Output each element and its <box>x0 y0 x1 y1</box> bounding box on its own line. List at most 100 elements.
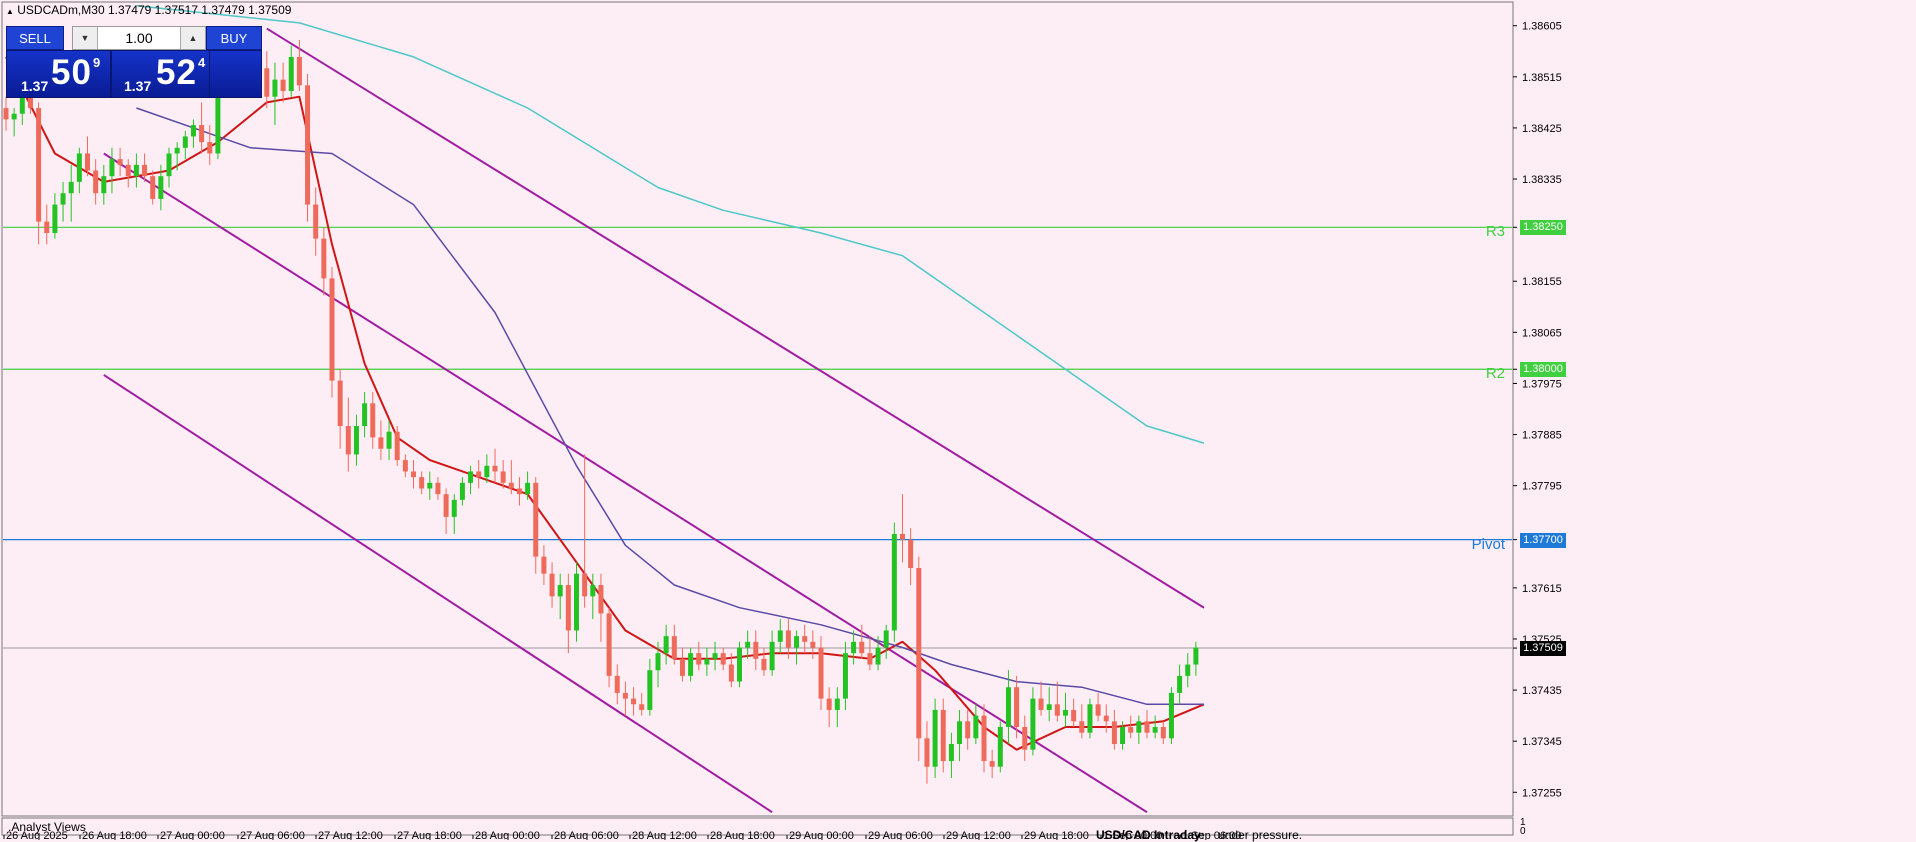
candle-body <box>810 641 816 648</box>
candle-body <box>362 403 368 427</box>
candle-body <box>557 585 563 597</box>
candle-body <box>1005 687 1011 727</box>
candle-body <box>1168 692 1174 739</box>
price-axis[interactable]: 1.38605 1.38515 1.38425 1.38335 1.38155 1.380… <box>1513 21 1562 800</box>
lot-size-field[interactable]: ▼ 1.00 ▲ <box>72 26 206 50</box>
candle-body <box>435 482 441 495</box>
candle-body <box>394 431 400 461</box>
y-tick-label: 1.37615 <box>1522 583 1562 595</box>
candle-body <box>631 698 637 705</box>
x-tick-label: 28 Aug 12:00 <box>632 830 697 840</box>
candle-body <box>769 641 775 671</box>
candle-body <box>182 136 188 148</box>
candle-body <box>908 539 914 568</box>
candle-body <box>875 647 881 665</box>
candle-body <box>777 630 783 642</box>
x-tick-label: 26 Aug 18:00 <box>82 830 147 840</box>
candle-body <box>1136 721 1142 733</box>
candle-body <box>133 164 139 177</box>
candle-body <box>973 715 979 739</box>
candle-body <box>533 482 539 557</box>
candle-body <box>834 698 840 710</box>
candle-body <box>745 641 751 648</box>
y-tick-label: 1.37885 <box>1522 430 1562 442</box>
y-tick-label: 1.37345 <box>1522 736 1562 748</box>
candle <box>329 267 335 398</box>
symbol-line: USDCADm,M30 1.37479 1.37517 1.37479 1.37… <box>17 3 292 17</box>
axis-tag-pivot: 1.37700 <box>1520 532 1566 548</box>
candle-body <box>411 471 416 478</box>
candle-body <box>655 653 661 671</box>
candle-body <box>1160 726 1166 739</box>
x-tick-label: 29 Aug 06:00 <box>868 830 933 840</box>
candle-body <box>378 437 384 449</box>
candle <box>606 607 612 688</box>
lot-increase-icon[interactable]: ▲ <box>180 27 205 49</box>
candle-body <box>44 221 50 233</box>
candle-body <box>785 630 791 648</box>
candle-body <box>1103 715 1109 722</box>
candle-body <box>508 482 514 489</box>
y-tick-label: 1.38605 <box>1522 21 1562 33</box>
candle-body <box>565 585 571 631</box>
candle-body <box>549 573 555 597</box>
candle-body <box>818 647 824 699</box>
candle-body <box>500 471 506 483</box>
y-tick-label: 1.37435 <box>1522 685 1562 697</box>
candle-body <box>174 147 180 154</box>
y-tick-label: 1.37975 <box>1522 378 1562 390</box>
candle <box>916 556 922 762</box>
candle-body <box>1079 721 1085 733</box>
candle-body <box>158 176 164 199</box>
candle-body <box>1095 704 1101 716</box>
y-tick-label: 1.38515 <box>1522 72 1562 84</box>
price-chart[interactable]: 1.38605 1.38515 1.38425 1.38335 1.38155 1.380… <box>0 0 1916 840</box>
sell-button[interactable]: SELL <box>6 26 64 50</box>
candle-body <box>280 79 286 92</box>
candle-body <box>313 204 319 239</box>
candle <box>1168 687 1174 745</box>
candle-body <box>402 460 408 472</box>
candle-body <box>590 585 596 597</box>
candle-body <box>1054 704 1060 716</box>
candle-body <box>981 715 987 762</box>
axis-tag-r2: 1.38000 <box>1520 362 1566 378</box>
candle-body <box>476 471 482 478</box>
candle-body <box>60 193 66 205</box>
y-tick-label: 1.38425 <box>1522 123 1562 135</box>
candle-body <box>924 738 930 767</box>
lot-value[interactable]: 1.00 <box>103 27 175 49</box>
candle-body <box>36 108 42 222</box>
symbol-header: ▲ USDCADm,M30 1.37479 1.37517 1.37479 1.… <box>6 3 291 17</box>
candle-body <box>712 653 718 659</box>
candle-body <box>150 176 156 199</box>
buy-button[interactable]: BUY <box>206 26 262 50</box>
candle-body <box>190 125 196 137</box>
y-tick-label: 1.37795 <box>1522 481 1562 493</box>
lot-decrease-icon[interactable]: ▼ <box>73 27 98 49</box>
candle-body <box>867 653 873 665</box>
level-label-r3: R3 <box>1485 223 1505 241</box>
candle <box>932 698 938 779</box>
candle-body <box>606 613 612 676</box>
candle-body <box>85 153 90 171</box>
candle-body <box>614 675 620 693</box>
collapse-triangle-icon[interactable]: ▲ <box>6 7 14 16</box>
buy-price-display[interactable]: 1.37 52 4 <box>110 50 210 98</box>
candle-body <box>802 636 808 642</box>
candle-body <box>525 482 531 495</box>
y-tick-label: 1.38065 <box>1522 327 1562 339</box>
x-tick-label: 27 Aug 12:00 <box>318 830 383 840</box>
candle-body <box>859 641 865 654</box>
candle-body <box>1152 726 1158 733</box>
candle-body <box>965 721 971 739</box>
candle-body <box>598 585 604 614</box>
candle-body <box>679 658 685 676</box>
candle-body <box>468 471 474 483</box>
candle-body <box>117 159 123 165</box>
candle-body <box>11 113 17 120</box>
candle-body <box>1120 726 1126 745</box>
candle-body <box>957 721 963 745</box>
candle-body <box>622 692 628 699</box>
candle-body <box>997 726 1003 767</box>
